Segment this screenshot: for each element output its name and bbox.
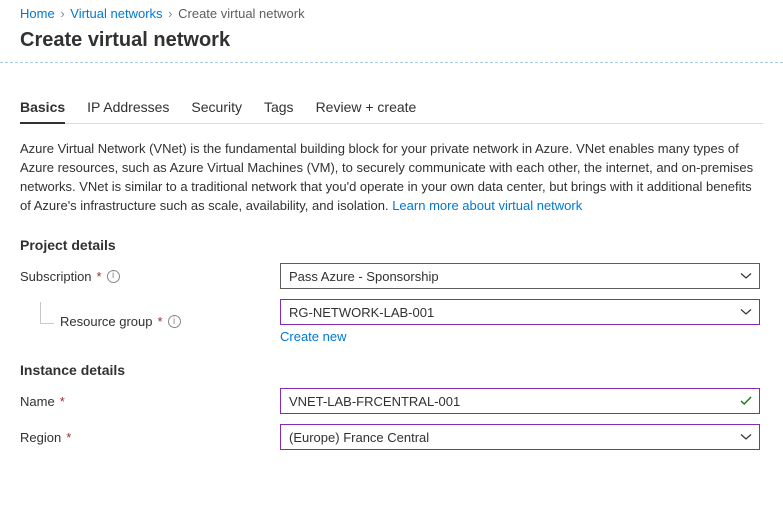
resource-group-value: RG-NETWORK-LAB-001 — [289, 305, 434, 320]
create-new-link[interactable]: Create new — [280, 329, 346, 344]
page-title: Create virtual network — [20, 29, 763, 52]
info-icon[interactable]: i — [168, 315, 181, 328]
check-icon — [739, 394, 753, 408]
resource-group-label: Resource group — [60, 314, 153, 329]
learn-more-link[interactable]: Learn more about virtual network — [392, 198, 582, 213]
info-icon[interactable]: i — [107, 270, 120, 283]
section-instance-details: Instance details — [20, 362, 763, 378]
subscription-dropdown[interactable]: Pass Azure - Sponsorship — [280, 263, 760, 289]
section-project-details: Project details — [20, 237, 763, 253]
required-star: * — [60, 394, 65, 409]
required-star: * — [97, 269, 102, 284]
chevron-down-icon — [739, 305, 753, 319]
name-input[interactable]: VNET-LAB-FRCENTRAL-001 — [280, 388, 760, 414]
tab-security[interactable]: Security — [191, 93, 242, 123]
tabs: Basics IP Addresses Security Tags Review… — [20, 93, 763, 124]
region-label: Region — [20, 430, 61, 445]
chevron-right-icon: › — [60, 6, 64, 21]
tab-review-create[interactable]: Review + create — [316, 93, 417, 123]
subscription-label: Subscription — [20, 269, 92, 284]
breadcrumb-virtual-networks[interactable]: Virtual networks — [70, 6, 162, 21]
breadcrumb: Home › Virtual networks › Create virtual… — [20, 6, 763, 21]
tab-ip-addresses[interactable]: IP Addresses — [87, 93, 169, 123]
name-value: VNET-LAB-FRCENTRAL-001 — [289, 394, 460, 409]
chevron-right-icon: › — [168, 6, 172, 21]
intro-text: Azure Virtual Network (VNet) is the fund… — [20, 140, 760, 215]
divider — [0, 62, 783, 63]
chevron-down-icon — [739, 269, 753, 283]
chevron-down-icon — [739, 430, 753, 444]
region-dropdown[interactable]: (Europe) France Central — [280, 424, 760, 450]
required-star: * — [158, 314, 163, 329]
resource-group-dropdown[interactable]: RG-NETWORK-LAB-001 — [280, 299, 760, 325]
breadcrumb-home[interactable]: Home — [20, 6, 55, 21]
required-star: * — [66, 430, 71, 445]
subscription-value: Pass Azure - Sponsorship — [289, 269, 439, 284]
name-label: Name — [20, 394, 55, 409]
tab-tags[interactable]: Tags — [264, 93, 294, 123]
intro-body: Azure Virtual Network (VNet) is the fund… — [20, 141, 753, 213]
tab-basics[interactable]: Basics — [20, 93, 65, 123]
breadcrumb-current: Create virtual network — [178, 6, 304, 21]
region-value: (Europe) France Central — [289, 430, 429, 445]
tree-elbow — [40, 302, 54, 324]
